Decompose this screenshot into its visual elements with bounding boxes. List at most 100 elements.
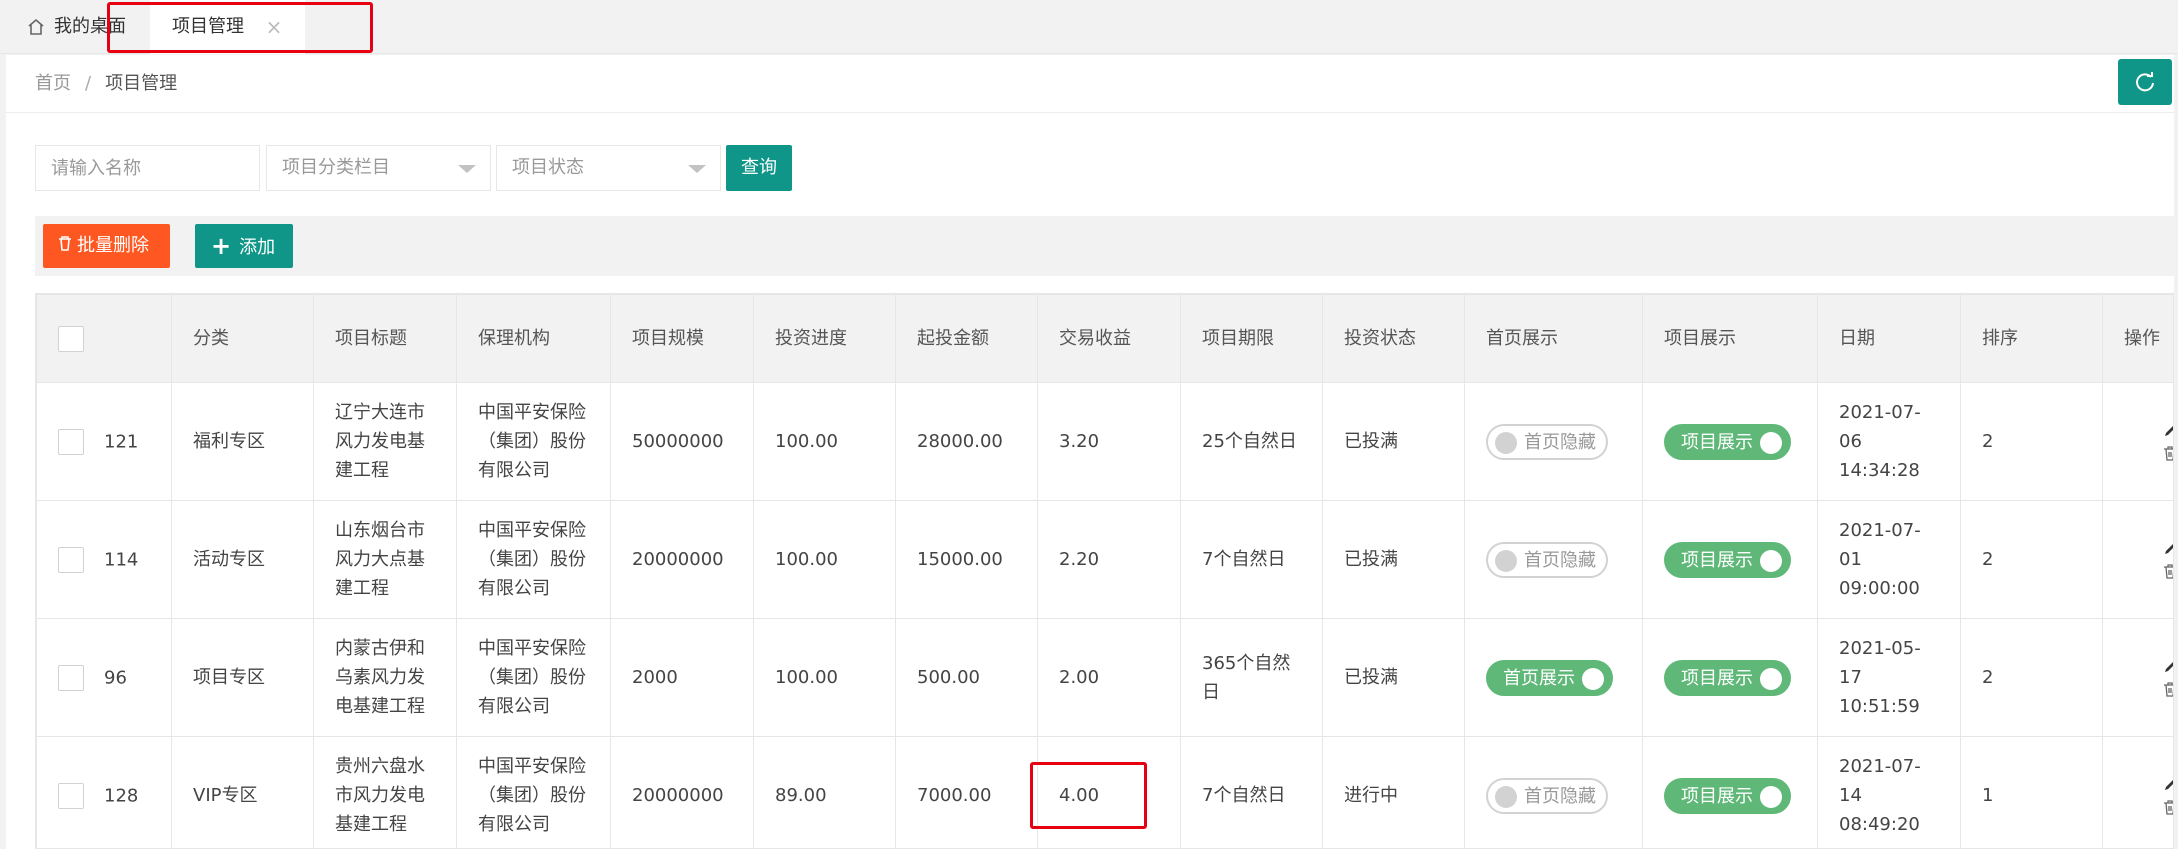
breadcrumb: 首页 / 项目管理 — [6, 55, 2174, 113]
row-term: 25个自然日 — [1180, 382, 1323, 501]
row-actions — [2102, 382, 2175, 501]
row-project-display-cell: 项目展示 — [1642, 500, 1818, 619]
row-home-display-cell: 首页展示 — [1464, 618, 1643, 737]
row-yield: 2.00 — [1037, 618, 1181, 737]
toggle-knob — [1495, 785, 1517, 808]
status-select[interactable]: 项目状态 — [496, 145, 721, 191]
trash-icon — [59, 236, 71, 251]
select-all-checkbox[interactable] — [58, 326, 84, 352]
table-row: 96 项目专区 内蒙古伊和乌素风力发电基建工程 中国平安保险（集团）股份有限公司… — [36, 618, 2175, 737]
edit-icon[interactable] — [2162, 659, 2175, 675]
toolbar: 批量删除 + 添加 — [35, 216, 2174, 276]
row-yield: 3.20 — [1037, 382, 1181, 501]
close-icon[interactable]: × — [263, 0, 285, 54]
project-display-toggle[interactable]: 项目展示 — [1664, 423, 1791, 460]
project-display-label: 项目展示 — [1681, 431, 1753, 453]
row-category: VIP专区 — [171, 736, 314, 848]
tab-home[interactable]: 我的桌面 — [0, 0, 150, 54]
project-display-toggle[interactable]: 项目展示 — [1664, 777, 1791, 814]
row-category: 项目专区 — [171, 618, 314, 737]
category-select[interactable]: 项目分类栏目 — [266, 145, 491, 191]
tab-project-management[interactable]: 项目管理 × — [150, 0, 305, 54]
row-project-display-cell: 项目展示 — [1642, 618, 1818, 737]
home-display-toggle[interactable]: 首页隐藏 — [1486, 541, 1608, 578]
row-status: 进行中 — [1322, 736, 1465, 848]
delete-icon[interactable] — [2162, 799, 2175, 815]
toggle-knob — [1760, 431, 1782, 454]
row-checkbox[interactable] — [58, 428, 84, 455]
query-button[interactable]: 查询 — [726, 145, 792, 191]
row-checkbox[interactable] — [58, 546, 84, 573]
row-scale: 50000000 — [610, 382, 754, 501]
header-project-display: 项目展示 — [1642, 294, 1818, 383]
row-min-amount: 500.00 — [895, 618, 1038, 737]
batch-delete-button[interactable]: 批量删除 — [43, 224, 170, 268]
toggle-knob — [1760, 549, 1782, 572]
row-id: 114 — [104, 549, 139, 571]
refresh-button[interactable] — [2118, 59, 2172, 105]
row-progress: 100.00 — [753, 618, 896, 737]
row-date: 2021-05-17 10:51:59 — [1817, 618, 1961, 737]
row-checkbox[interactable] — [58, 664, 84, 691]
home-icon — [28, 18, 44, 35]
breadcrumb-home[interactable]: 首页 — [35, 73, 71, 94]
row-category: 活动专区 — [171, 500, 314, 619]
home-display-toggle[interactable]: 首页展示 — [1486, 659, 1613, 696]
row-sort: 2 — [1960, 618, 2103, 737]
header-institution: 保理机构 — [456, 294, 611, 383]
dropdown-arrow-icon — [458, 165, 476, 173]
header-actions: 操作 — [2102, 294, 2173, 383]
project-table: 分类 项目标题 保理机构 项目规模 投资进度 起投金额 交易收益 项目期限 投资… — [35, 293, 2174, 849]
toggle-knob — [1582, 667, 1604, 690]
table-row: 121 福利专区 辽宁大连市风力发电基建工程 中国平安保险（集团）股份有限公司 … — [36, 382, 2175, 501]
row-home-display-cell: 首页隐藏 — [1464, 736, 1643, 848]
row-select-cell: 121 — [36, 382, 172, 501]
row-sort: 2 — [1960, 500, 2103, 619]
breadcrumb-separator: / — [85, 73, 92, 94]
header-select-all[interactable] — [36, 294, 172, 383]
edit-icon[interactable] — [2162, 777, 2175, 793]
row-project-display-cell: 项目展示 — [1642, 736, 1818, 848]
row-actions — [2102, 618, 2175, 737]
row-status: 已投满 — [1322, 500, 1465, 619]
row-select-cell: 96 — [36, 618, 172, 737]
project-display-toggle[interactable]: 项目展示 — [1664, 659, 1791, 696]
row-home-display-cell: 首页隐藏 — [1464, 382, 1643, 501]
main-panel: 首页 / 项目管理 项目分类栏目 项目状态 查询 批量删除 + 添加 — [6, 55, 2174, 849]
home-display-toggle[interactable]: 首页隐藏 — [1486, 777, 1608, 814]
add-button[interactable]: + 添加 — [195, 224, 293, 268]
table-row: 114 活动专区 山东烟台市风力大点基建工程 中国平安保险（集团）股份有限公司 … — [36, 500, 2175, 619]
delete-icon[interactable] — [2162, 445, 2175, 461]
row-checkbox[interactable] — [58, 782, 84, 809]
row-title: 辽宁大连市风力发电基建工程 — [313, 382, 457, 501]
row-term: 365个自然日 — [1180, 618, 1323, 737]
row-min-amount: 7000.00 — [895, 736, 1038, 848]
home-display-toggle[interactable]: 首页隐藏 — [1486, 423, 1608, 460]
project-display-label: 项目展示 — [1681, 785, 1753, 807]
row-actions — [2102, 736, 2175, 848]
row-actions — [2102, 500, 2175, 619]
delete-icon[interactable] — [2162, 681, 2175, 697]
name-search-input[interactable] — [35, 145, 260, 191]
header-progress: 投资进度 — [753, 294, 896, 383]
table-header-row: 分类 项目标题 保理机构 项目规模 投资进度 起投金额 交易收益 项目期限 投资… — [36, 294, 2173, 383]
row-institution: 中国平安保险（集团）股份有限公司 — [456, 618, 611, 737]
row-id: 121 — [104, 431, 139, 453]
row-institution: 中国平安保险（集团）股份有限公司 — [456, 736, 611, 848]
edit-icon[interactable] — [2162, 541, 2175, 557]
row-select-cell: 128 — [36, 736, 172, 848]
header-yield: 交易收益 — [1037, 294, 1181, 383]
row-id: 128 — [104, 785, 139, 807]
tab-bar: 我的桌面 项目管理 × — [0, 0, 2178, 54]
tab-home-label: 我的桌面 — [54, 16, 126, 37]
row-term: 7个自然日 — [1180, 500, 1323, 619]
row-date: 2021-07-01 09:00:00 — [1817, 500, 1961, 619]
row-scale: 20000000 — [610, 736, 754, 848]
header-title: 项目标题 — [313, 294, 457, 383]
project-display-toggle[interactable]: 项目展示 — [1664, 541, 1791, 578]
delete-icon[interactable] — [2162, 563, 2175, 579]
edit-icon[interactable] — [2162, 423, 2175, 439]
row-institution: 中国平安保险（集团）股份有限公司 — [456, 500, 611, 619]
row-date: 2021-07-14 08:49:20 — [1817, 736, 1961, 848]
row-title: 贵州六盘水市风力发电基建工程 — [313, 736, 457, 848]
